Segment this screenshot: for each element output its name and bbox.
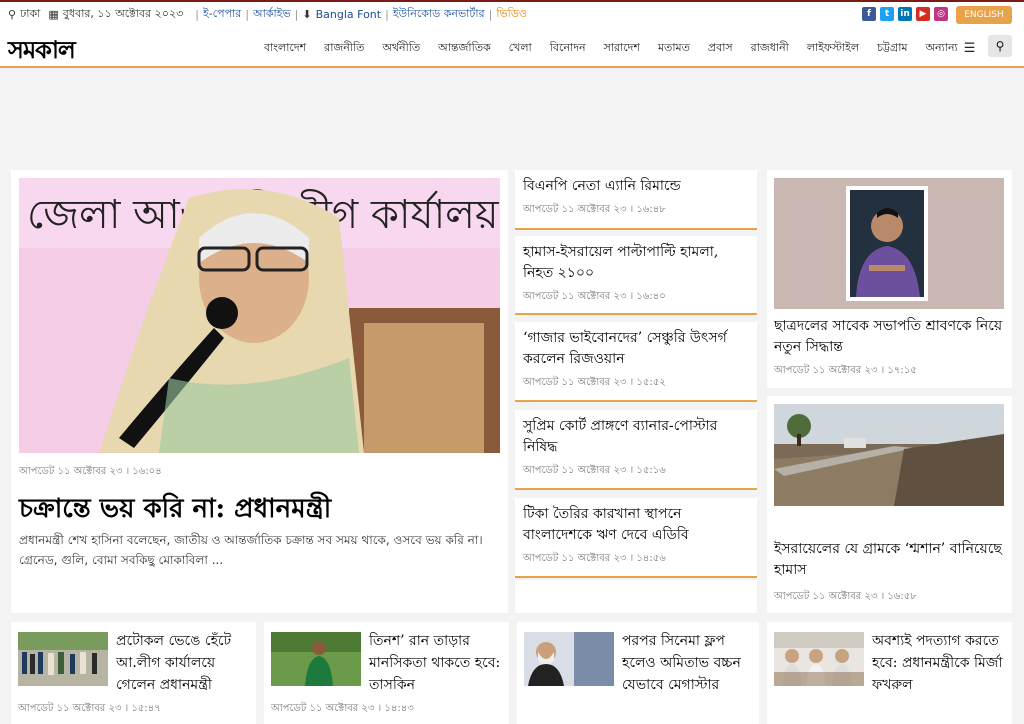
press-photo: [774, 632, 864, 686]
landscape-photo: [774, 404, 1004, 506]
mid-timestamp-2: আপডেট ১১ অক্টোবর ২৩ । ১৬:৪০: [523, 291, 666, 302]
mid-headline-3[interactable]: ‘গাজার ভাইবোনদের’ সেঞ্চুরি উৎসর্গ করলেন …: [523, 328, 749, 370]
link-unicode-converter[interactable]: ইউনিকোড কনভার্টার: [393, 5, 485, 24]
mid-timestamp-5: আপডেট ১১ অক্টোবর ২৩ । ১৪:৫৬: [523, 553, 666, 564]
nav-item-lifestyle[interactable]: লাইফস্টাইল: [807, 39, 859, 58]
right-image-1[interactable]: [774, 178, 1004, 309]
portrait-photo: [774, 178, 1004, 309]
bottom-image-4[interactable]: [774, 632, 864, 686]
bottom-headline-1[interactable]: প্রটোকল ভেঙে হেঁটে আ.লীগ কার্যালয়ে গেলে…: [116, 630, 256, 696]
main-nav: সমকাল বাংলাদেশ রাজনীতি অর্থনীতি আন্তর্জা…: [0, 26, 1024, 68]
date: ▦ বুধবার, ১১ অক্টোবর ২০২৩: [48, 5, 183, 24]
lead-image[interactable]: জেলা আওয়ামী লীগ কার্যালয়: [19, 178, 500, 453]
right-headline-2[interactable]: ইসরায়েলের যে গ্রামকে ‘শ্মশান’ বানিয়েছে…: [774, 539, 1012, 581]
list-item[interactable]: সুপ্রিম কোর্ট প্রাঙ্গণে ব্যানার-পোস্টার …: [515, 410, 757, 490]
lead-photo: জেলা আওয়ামী লীগ কার্যালয়: [19, 178, 500, 453]
search-button[interactable]: ⚲: [988, 35, 1012, 57]
twitter-icon[interactable]: t: [880, 7, 894, 21]
nav-item-country[interactable]: সারাদেশ: [604, 39, 640, 58]
list-item[interactable]: বিএনপি নেতা এ্যানি রিমান্ডে আপডেট ১১ অক্…: [515, 170, 757, 230]
search-icon: ⚲: [995, 39, 1005, 53]
youtube-icon[interactable]: ▶: [916, 7, 930, 21]
divider: |: [195, 7, 199, 21]
mid-headline-4[interactable]: সুপ্রিম কোর্ট প্রাঙ্গণে ব্যানার-পোস্টার …: [523, 416, 749, 458]
location-text: ঢাকা: [20, 6, 41, 20]
mid-headline-1[interactable]: বিএনপি নেতা এ্যানি রিমান্ডে: [523, 176, 749, 197]
location-pin-icon: ⚲: [8, 7, 17, 21]
english-button[interactable]: ENGLISH: [956, 6, 1012, 24]
link-archive[interactable]: আর্কাইভ: [253, 5, 291, 24]
bottom-image-2[interactable]: [271, 632, 361, 686]
nav-item-chattogram[interactable]: চট্টগ্রাম: [877, 39, 907, 58]
instagram-icon[interactable]: ◎: [934, 7, 948, 21]
bottom-story-1[interactable]: প্রটোকল ভেঙে হেঁটে আ.লীগ কার্যালয়ে গেলে…: [11, 622, 256, 724]
right-image-2[interactable]: [774, 404, 1004, 506]
list-item[interactable]: ‘গাজার ভাইবোনদের’ সেঞ্চুরি উৎসর্গ করলেন …: [515, 322, 757, 402]
bottom-headline-2[interactable]: তিনশ’ রান তাড়ার মানসিকতা থাকতে হবে: তাস…: [369, 630, 509, 696]
bottom-headline-4[interactable]: অবশ্যই পদত্যাগ করতে হবে: প্রধানমন্ত্রীকে…: [872, 630, 1012, 696]
nav-item-others-label: অন্যান্য: [925, 41, 958, 54]
top-bar: ⚲ ঢাকা ▦ বুধবার, ১১ অক্টোবর ২০২৩ | ই-পেপ…: [0, 0, 1024, 26]
right-story-2[interactable]: ইসরায়েলের যে গ্রামকে ‘শ্মশান’ বানিয়েছে…: [767, 396, 1012, 613]
calendar-icon: ▦: [48, 7, 59, 21]
bottom-story-3[interactable]: পরপর সিনেমা ফ্লপ হলেও অমিতাভ বচ্চন যেভাব…: [517, 622, 759, 724]
right-story-1[interactable]: ছাত্রদলের সাবেক সভাপতি শ্রাবণকে নিয়ে নত…: [767, 170, 1012, 388]
lead-story[interactable]: জেলা আওয়ামী লীগ কার্যালয় আপডেট ১১ অক্ট…: [11, 170, 508, 613]
bottom-timestamp-2: আপডেট ১১ অক্টোবর ২৩ । ১৪:৪৩: [271, 703, 414, 714]
actor-photo: [524, 632, 614, 686]
hamburger-icon: ☰: [963, 41, 976, 56]
lead-headline[interactable]: চক্রান্তে ভয় করি না: প্রধানমন্ত্রী: [19, 488, 331, 532]
mid-timestamp-4: আপডেট ১১ অক্টোবর ২৩ । ১৫:১৬: [523, 465, 666, 476]
location: ⚲ ঢাকা: [8, 5, 40, 24]
bottom-image-3[interactable]: [524, 632, 614, 686]
nav-item-bangladesh[interactable]: বাংলাদেশ: [264, 39, 306, 58]
nav-item-probash[interactable]: প্রবাস: [708, 39, 733, 58]
mid-headline-2[interactable]: হামাস-ইসরায়েল পাল্টাপাল্টি হামলা, নিহত …: [523, 242, 749, 284]
date-text: বুধবার, ১১ অক্টোবর ২০২৩: [62, 6, 184, 20]
link-epaper[interactable]: ই-পেপার: [203, 5, 241, 24]
nav-item-sports[interactable]: খেলা: [509, 39, 532, 58]
bottom-story-2[interactable]: তিনশ’ রান তাড়ার মানসিকতা থাকতে হবে: তাস…: [264, 622, 509, 724]
nav-menu: বাংলাদেশ রাজনীতি অর্থনীতি আন্তর্জাতিক খে…: [264, 39, 993, 58]
list-item[interactable]: হামাস-ইসরায়েল পাল্টাপাল্টি হামলা, নিহত …: [515, 236, 757, 315]
mid-column-filler: [515, 580, 757, 613]
bottom-story-4[interactable]: অবশ্যই পদত্যাগ করতে হবে: প্রধানমন্ত্রীকে…: [767, 622, 1012, 724]
download-icon: ⬇: [302, 7, 312, 21]
cricketer-photo: [271, 632, 361, 686]
divider: |: [488, 7, 493, 21]
linkedin-icon[interactable]: in: [898, 7, 912, 21]
link-video[interactable]: ভিডিও: [496, 5, 527, 24]
bottom-image-1[interactable]: [18, 632, 108, 686]
bottom-headline-3[interactable]: পরপর সিনেমা ফ্লপ হলেও অমিতাভ বচ্চন যেভাব…: [622, 630, 762, 696]
lead-summary: প্রধানমন্ত্রী শেখ হাসিনা বলেছেন, জাতীয় …: [19, 533, 483, 567]
lead-timestamp: আপডেট ১১ অক্টোবর ২৩ । ১৬:০৪: [19, 466, 162, 477]
nav-item-others[interactable]: অন্যান্য ☰: [926, 39, 976, 58]
mid-headline-5[interactable]: টিকা তৈরির কারখানা স্থাপনে বাংলাদেশকে ঋণ…: [523, 504, 749, 546]
divider: |: [245, 7, 250, 21]
site-logo[interactable]: সমকাল: [8, 32, 76, 72]
right-timestamp-2: আপডেট ১১ অক্টোবর ২৩ । ১৬:৫৮: [774, 591, 917, 602]
nav-item-opinion[interactable]: মতামত: [658, 39, 690, 58]
nav-item-entertainment[interactable]: বিনোদন: [550, 39, 586, 58]
link-bangla-font[interactable]: Bangla Font: [316, 8, 381, 21]
nav-item-economy[interactable]: অর্থনীতি: [382, 39, 420, 58]
right-timestamp-1: আপডেট ১১ অক্টোবর ২৩ । ১৭:১৫: [774, 365, 917, 376]
mid-timestamp-3: আপডেট ১১ অক্টোবর ২৩ । ১৫:৫২: [523, 377, 666, 388]
divider: |: [385, 7, 389, 21]
nav-item-capital[interactable]: রাজধানী: [751, 39, 789, 58]
list-item[interactable]: টিকা তৈরির কারখানা স্থাপনে বাংলাদেশকে ঋণ…: [515, 498, 757, 578]
crowd-photo: [18, 632, 108, 686]
divider: |: [294, 7, 299, 21]
mid-timestamp-1: আপডেট ১১ অক্টোবর ২৩ । ১৬:৪৮: [523, 204, 666, 215]
facebook-icon[interactable]: f: [862, 7, 876, 21]
nav-item-international[interactable]: আন্তর্জাতিক: [438, 39, 491, 58]
nav-item-politics[interactable]: রাজনীতি: [324, 39, 364, 58]
bottom-timestamp-1: আপডেট ১১ অক্টোবর ২৩ । ১৫:৪৭: [18, 703, 161, 714]
right-headline-1[interactable]: ছাত্রদলের সাবেক সভাপতি শ্রাবণকে নিয়ে নত…: [774, 316, 1012, 358]
social-links: f t in ▶ ◎: [862, 7, 948, 21]
